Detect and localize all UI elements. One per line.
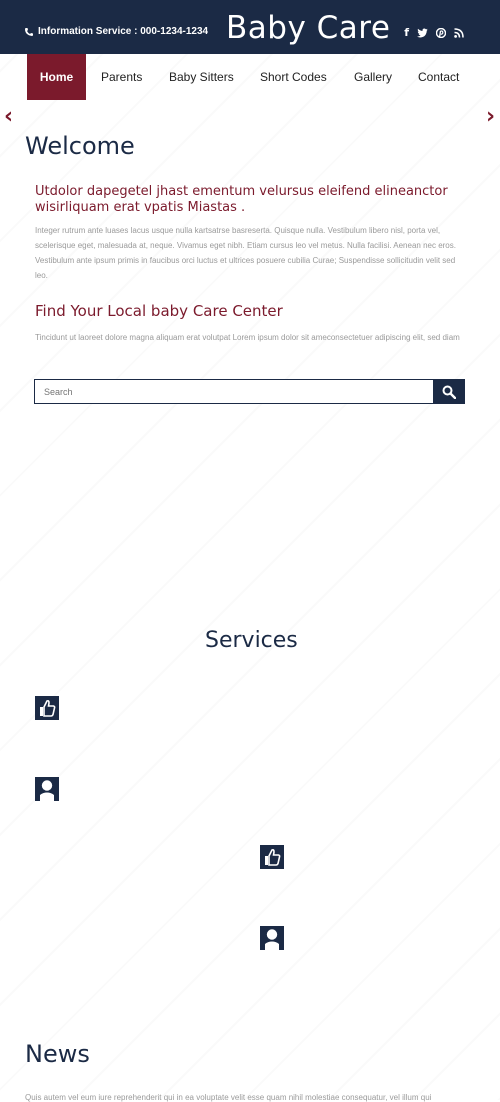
news-body: Quis autem vel eum iure reprehenderit qu…: [25, 1093, 432, 1102]
user-icon: [35, 777, 59, 801]
main-navigation: Home Parents Baby Sitters Short Codes Ga…: [0, 54, 500, 100]
slider-next-arrow[interactable]: ›: [486, 104, 495, 129]
welcome-lead: Utdolor dapegetel jhast ementum velursus…: [35, 184, 448, 215]
slider-prev-arrow[interactable]: ‹: [4, 104, 13, 129]
search-button[interactable]: [433, 379, 465, 404]
nav-item-short-codes[interactable]: Short Codes: [260, 54, 327, 100]
top-bar: Information Service : 000-1234-1234 Baby…: [0, 0, 500, 54]
thumbs-up-icon: [35, 696, 59, 720]
search-box: [34, 379, 465, 404]
services-heading: Services: [205, 628, 298, 653]
nav-item-contact[interactable]: Contact: [418, 54, 459, 100]
welcome-heading: Welcome: [25, 132, 135, 160]
nav-item-gallery[interactable]: Gallery: [354, 54, 392, 100]
finder-heading: Find Your Local baby Care Center: [35, 302, 283, 320]
nav-item-home[interactable]: Home: [27, 54, 86, 100]
facebook-icon[interactable]: f: [404, 27, 409, 38]
search-icon: [442, 385, 456, 399]
phone-icon: [25, 27, 33, 36]
nav-item-baby-sitters[interactable]: Baby Sitters: [169, 54, 234, 100]
info-service: Information Service : 000-1234-1234: [24, 26, 208, 37]
user-icon: [260, 926, 284, 950]
social-links: f: [404, 27, 464, 38]
pinterest-icon[interactable]: [436, 27, 446, 38]
rss-icon[interactable]: [454, 27, 464, 38]
finder-body: Tincidunt ut laoreet dolore magna aliqua…: [35, 333, 460, 342]
thumbs-up-icon: [260, 845, 284, 869]
twitter-icon[interactable]: [417, 27, 428, 38]
info-service-label: Information Service : 000-1234-1234: [38, 26, 209, 37]
background-watermark: [0, 0, 500, 1100]
site-logo[interactable]: Baby Care: [226, 10, 390, 46]
search-input[interactable]: [35, 380, 433, 403]
news-heading: News: [25, 1040, 90, 1068]
nav-item-parents[interactable]: Parents: [101, 54, 142, 100]
welcome-body: Integer rutrum ante luases lacus usque n…: [35, 226, 456, 280]
